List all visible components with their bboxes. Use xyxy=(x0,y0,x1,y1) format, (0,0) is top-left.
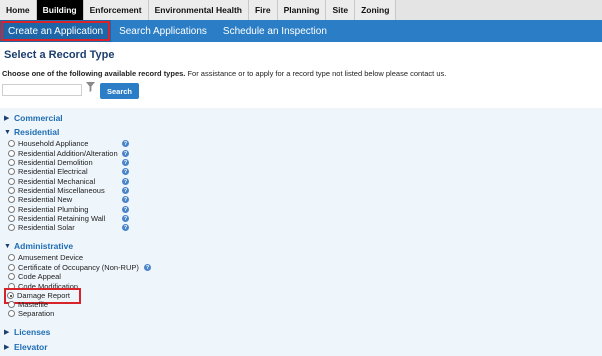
tab-environmental-health[interactable]: Environmental Health xyxy=(148,0,249,20)
item-label: Certificate of Occupancy (Non-RUP) xyxy=(18,263,139,273)
item-label: Residential Plumbing xyxy=(18,205,89,215)
item-label: Household Appliance xyxy=(18,139,89,149)
help-icon[interactable]: ? xyxy=(122,178,129,185)
tab-site[interactable]: Site xyxy=(326,0,356,20)
radio-button[interactable] xyxy=(8,224,15,232)
item-label: Amusement Device xyxy=(18,253,84,263)
radio-button[interactable] xyxy=(8,150,15,158)
list-item: Residential Electrical xyxy=(8,167,88,177)
help-icon[interactable]: ? xyxy=(122,168,129,175)
group-label: Residential xyxy=(14,127,60,137)
item-label: Residential Mechanical xyxy=(18,177,96,187)
item-label: Residential Solar xyxy=(18,223,75,233)
expanded-arrow-icon: ▼ xyxy=(4,128,11,136)
help-icon[interactable]: ? xyxy=(122,215,129,222)
page-title: Select a Record Type xyxy=(4,49,115,61)
help-icon[interactable]: ? xyxy=(122,150,129,157)
item-label: Residential Electrical xyxy=(18,167,88,177)
tab-zoning[interactable]: Zoning xyxy=(355,0,397,20)
collapsed-arrow-icon: ▶ xyxy=(4,344,10,351)
group-label: Licenses xyxy=(14,327,51,337)
help-icon[interactable]: ? xyxy=(122,206,129,213)
help-icon[interactable]: ? xyxy=(122,224,129,231)
instruction-text: Choose one of the following available re… xyxy=(2,69,446,78)
item-label: Residential Miscellaneous xyxy=(18,186,105,196)
tab-home[interactable]: Home xyxy=(0,0,37,20)
collapsed-arrow-icon: ▶ xyxy=(4,115,10,122)
help-icon[interactable]: ? xyxy=(122,196,129,203)
item-label: Residential Retaining Wall xyxy=(18,214,106,224)
tab-enforcement[interactable]: Enforcement xyxy=(83,0,149,20)
instruction-bold: Choose one of the following available re… xyxy=(2,69,186,78)
item-label: Residential Addition/Alteration xyxy=(18,149,118,159)
help-icon[interactable]: ? xyxy=(122,187,129,194)
help-icon[interactable]: ? xyxy=(122,159,129,166)
list-item: Residential Solar xyxy=(8,223,75,233)
expanded-arrow-icon: ▼ xyxy=(4,242,11,250)
filter-icon[interactable] xyxy=(86,82,95,92)
tab-fire[interactable]: Fire xyxy=(248,0,278,20)
item-label: Code Appeal xyxy=(18,272,61,282)
sub-navigation: Create an Application Search Application… xyxy=(0,20,602,42)
group-commercial[interactable]: ▶ Commercial xyxy=(4,113,63,123)
help-icon[interactable]: ? xyxy=(144,264,151,271)
radio-button[interactable] xyxy=(8,273,15,281)
list-item: Residential New xyxy=(8,195,72,205)
item-label: Code Modification xyxy=(18,282,79,292)
search-applications-link[interactable]: Search Applications xyxy=(111,20,215,42)
record-type-search-input[interactable] xyxy=(2,84,82,96)
radio-button[interactable] xyxy=(8,159,15,167)
create-application-link[interactable]: Create an Application xyxy=(0,20,112,42)
item-label: Mastefile xyxy=(18,300,49,310)
radio-button[interactable] xyxy=(8,254,15,262)
radio-button-checked[interactable] xyxy=(7,292,14,300)
module-tabs: Home Building Enforcement Environmental … xyxy=(0,0,602,20)
record-type-tree xyxy=(0,108,602,356)
group-label: Commercial xyxy=(14,113,63,123)
radio-button[interactable] xyxy=(8,310,15,318)
group-label: Elevator xyxy=(14,342,48,352)
tab-planning[interactable]: Planning xyxy=(277,0,327,20)
list-item: Amusement Device xyxy=(8,253,83,263)
list-item: Code Appeal xyxy=(8,272,61,282)
tab-building[interactable]: Building xyxy=(36,0,84,20)
group-label: Administrative xyxy=(14,241,74,251)
item-label: Separation xyxy=(18,309,55,319)
group-elevator[interactable]: ▶ Elevator xyxy=(4,342,48,352)
search-button[interactable]: Search xyxy=(100,83,139,99)
schedule-inspection-link[interactable]: Schedule an Inspection xyxy=(215,20,335,42)
radio-button[interactable] xyxy=(8,264,15,272)
radio-button[interactable] xyxy=(8,215,15,223)
group-administrative[interactable]: ▼ Administrative xyxy=(4,241,73,251)
list-item: Household Appliance xyxy=(8,139,88,149)
radio-button[interactable] xyxy=(8,168,15,176)
collapsed-arrow-icon: ▶ xyxy=(4,329,10,336)
radio-button[interactable] xyxy=(8,301,15,309)
help-icon[interactable]: ? xyxy=(122,140,129,147)
radio-button[interactable] xyxy=(8,178,15,186)
item-label: Damage Report xyxy=(17,291,70,301)
radio-button[interactable] xyxy=(8,206,15,214)
radio-button[interactable] xyxy=(8,187,15,195)
instruction-rest: For assistance or to apply for a record … xyxy=(185,69,447,78)
item-label: Residential Demolition xyxy=(18,158,93,168)
group-residential[interactable]: ▼ Residential xyxy=(4,127,59,137)
group-licenses[interactable]: ▶ Licenses xyxy=(4,327,50,337)
radio-button[interactable] xyxy=(8,283,15,291)
radio-button[interactable] xyxy=(8,140,15,148)
radio-button[interactable] xyxy=(8,196,15,204)
item-label: Residential New xyxy=(18,195,73,205)
list-item: Separation xyxy=(8,309,54,319)
